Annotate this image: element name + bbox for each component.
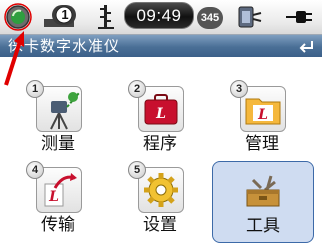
menu-number: 1 xyxy=(26,80,44,98)
menu-label: 测量 xyxy=(41,134,75,154)
menu-item-program[interactable]: L 2 程序 xyxy=(110,80,210,160)
menu-number: 5 xyxy=(128,161,146,179)
staff-icon[interactable] xyxy=(96,3,116,31)
back-button[interactable] xyxy=(296,38,318,54)
measure-count: 1 xyxy=(61,7,69,22)
menu-item-tools[interactable]: 工具 xyxy=(212,161,314,243)
menu-item-settings[interactable]: 5 设置 xyxy=(110,161,210,241)
clock: 09:49 xyxy=(124,2,194,29)
svg-text:L: L xyxy=(257,107,268,123)
menu-label: 设置 xyxy=(143,215,177,235)
menu-number: 2 xyxy=(128,80,146,98)
menu-number: 3 xyxy=(230,80,248,98)
toolbox-icon xyxy=(241,168,285,212)
status-bar: 1 09:49 345 xyxy=(0,0,322,35)
menu-item-manage[interactable]: L 3 管理 xyxy=(212,80,312,160)
svg-text:L: L xyxy=(155,106,166,122)
battery-icon xyxy=(236,3,264,31)
menu-label: 传输 xyxy=(41,215,75,235)
svg-text:L: L xyxy=(48,189,59,205)
power-plug-icon xyxy=(284,3,314,31)
return-icon xyxy=(299,41,313,53)
menu-label: 工具 xyxy=(246,216,280,236)
title-bar: 徕卡数字水准仪 xyxy=(0,35,322,57)
menu-item-survey[interactable]: 1 测量 xyxy=(8,80,108,160)
menu-label: 程序 xyxy=(143,134,177,154)
side-indicator[interactable]: 345 xyxy=(197,7,223,29)
measure-mode-icon[interactable]: 1 xyxy=(42,3,80,31)
menu-number: 4 xyxy=(26,161,44,179)
menu-label: 管理 xyxy=(245,134,279,154)
menu-item-transfer[interactable]: L 4 传输 xyxy=(8,161,108,241)
